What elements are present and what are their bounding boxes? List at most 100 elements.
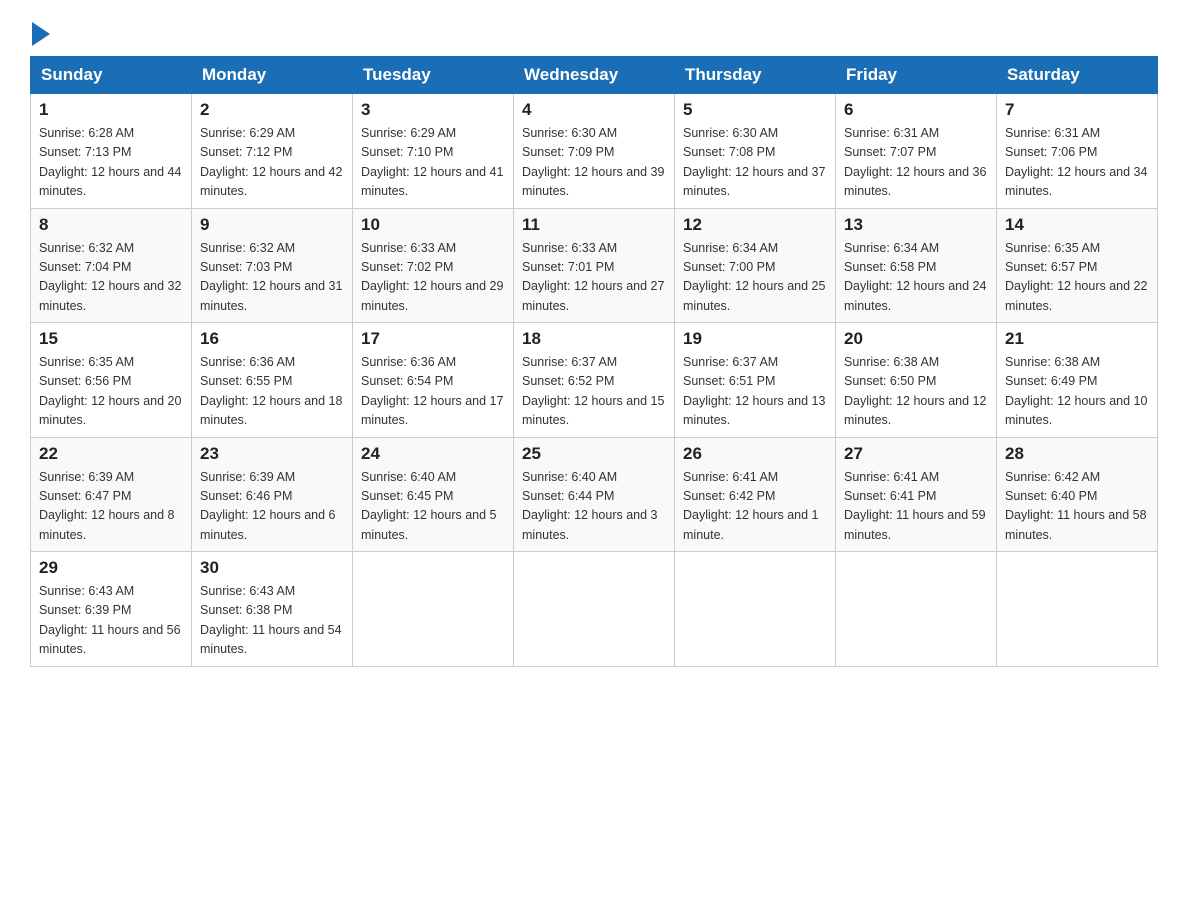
calendar-cell: 5 Sunrise: 6:30 AMSunset: 7:08 PMDayligh… bbox=[675, 94, 836, 209]
day-info: Sunrise: 6:36 AMSunset: 6:54 PMDaylight:… bbox=[361, 355, 503, 427]
day-info: Sunrise: 6:42 AMSunset: 6:40 PMDaylight:… bbox=[1005, 470, 1147, 542]
calendar-cell: 25 Sunrise: 6:40 AMSunset: 6:44 PMDaylig… bbox=[514, 437, 675, 552]
day-number: 20 bbox=[844, 329, 988, 349]
calendar-cell: 24 Sunrise: 6:40 AMSunset: 6:45 PMDaylig… bbox=[353, 437, 514, 552]
calendar-cell: 11 Sunrise: 6:33 AMSunset: 7:01 PMDaylig… bbox=[514, 208, 675, 323]
calendar-cell: 16 Sunrise: 6:36 AMSunset: 6:55 PMDaylig… bbox=[192, 323, 353, 438]
day-number: 4 bbox=[522, 100, 666, 120]
day-number: 8 bbox=[39, 215, 183, 235]
day-number: 29 bbox=[39, 558, 183, 578]
calendar-cell bbox=[836, 552, 997, 667]
day-info: Sunrise: 6:41 AMSunset: 6:41 PMDaylight:… bbox=[844, 470, 986, 542]
calendar-cell: 1 Sunrise: 6:28 AMSunset: 7:13 PMDayligh… bbox=[31, 94, 192, 209]
day-info: Sunrise: 6:39 AMSunset: 6:46 PMDaylight:… bbox=[200, 470, 336, 542]
day-info: Sunrise: 6:30 AMSunset: 7:08 PMDaylight:… bbox=[683, 126, 825, 198]
calendar-week-row: 8 Sunrise: 6:32 AMSunset: 7:04 PMDayligh… bbox=[31, 208, 1158, 323]
calendar-cell: 3 Sunrise: 6:29 AMSunset: 7:10 PMDayligh… bbox=[353, 94, 514, 209]
day-number: 30 bbox=[200, 558, 344, 578]
calendar-cell: 21 Sunrise: 6:38 AMSunset: 6:49 PMDaylig… bbox=[997, 323, 1158, 438]
calendar-cell: 30 Sunrise: 6:43 AMSunset: 6:38 PMDaylig… bbox=[192, 552, 353, 667]
calendar-cell: 26 Sunrise: 6:41 AMSunset: 6:42 PMDaylig… bbox=[675, 437, 836, 552]
day-info: Sunrise: 6:35 AMSunset: 6:56 PMDaylight:… bbox=[39, 355, 181, 427]
calendar-cell: 17 Sunrise: 6:36 AMSunset: 6:54 PMDaylig… bbox=[353, 323, 514, 438]
calendar-week-row: 15 Sunrise: 6:35 AMSunset: 6:56 PMDaylig… bbox=[31, 323, 1158, 438]
day-number: 2 bbox=[200, 100, 344, 120]
calendar-cell bbox=[514, 552, 675, 667]
day-info: Sunrise: 6:29 AMSunset: 7:12 PMDaylight:… bbox=[200, 126, 342, 198]
day-number: 24 bbox=[361, 444, 505, 464]
logo bbox=[30, 20, 50, 46]
day-header-monday: Monday bbox=[192, 57, 353, 94]
calendar-cell: 18 Sunrise: 6:37 AMSunset: 6:52 PMDaylig… bbox=[514, 323, 675, 438]
calendar-week-row: 1 Sunrise: 6:28 AMSunset: 7:13 PMDayligh… bbox=[31, 94, 1158, 209]
day-number: 18 bbox=[522, 329, 666, 349]
calendar-cell: 28 Sunrise: 6:42 AMSunset: 6:40 PMDaylig… bbox=[997, 437, 1158, 552]
calendar-header-row: SundayMondayTuesdayWednesdayThursdayFrid… bbox=[31, 57, 1158, 94]
day-info: Sunrise: 6:43 AMSunset: 6:38 PMDaylight:… bbox=[200, 584, 342, 656]
day-header-tuesday: Tuesday bbox=[353, 57, 514, 94]
day-header-thursday: Thursday bbox=[675, 57, 836, 94]
day-number: 25 bbox=[522, 444, 666, 464]
day-info: Sunrise: 6:41 AMSunset: 6:42 PMDaylight:… bbox=[683, 470, 819, 542]
day-number: 13 bbox=[844, 215, 988, 235]
logo-arrow-icon bbox=[32, 22, 50, 46]
day-info: Sunrise: 6:28 AMSunset: 7:13 PMDaylight:… bbox=[39, 126, 181, 198]
calendar-week-row: 29 Sunrise: 6:43 AMSunset: 6:39 PMDaylig… bbox=[31, 552, 1158, 667]
day-number: 15 bbox=[39, 329, 183, 349]
day-header-wednesday: Wednesday bbox=[514, 57, 675, 94]
calendar-cell bbox=[997, 552, 1158, 667]
day-info: Sunrise: 6:40 AMSunset: 6:44 PMDaylight:… bbox=[522, 470, 658, 542]
day-info: Sunrise: 6:39 AMSunset: 6:47 PMDaylight:… bbox=[39, 470, 175, 542]
day-number: 9 bbox=[200, 215, 344, 235]
calendar-cell: 22 Sunrise: 6:39 AMSunset: 6:47 PMDaylig… bbox=[31, 437, 192, 552]
calendar-cell: 2 Sunrise: 6:29 AMSunset: 7:12 PMDayligh… bbox=[192, 94, 353, 209]
day-info: Sunrise: 6:33 AMSunset: 7:02 PMDaylight:… bbox=[361, 241, 503, 313]
day-number: 22 bbox=[39, 444, 183, 464]
page-header bbox=[30, 20, 1158, 46]
day-header-friday: Friday bbox=[836, 57, 997, 94]
day-number: 23 bbox=[200, 444, 344, 464]
day-number: 28 bbox=[1005, 444, 1149, 464]
day-header-sunday: Sunday bbox=[31, 57, 192, 94]
day-info: Sunrise: 6:34 AMSunset: 6:58 PMDaylight:… bbox=[844, 241, 986, 313]
day-number: 3 bbox=[361, 100, 505, 120]
day-info: Sunrise: 6:32 AMSunset: 7:04 PMDaylight:… bbox=[39, 241, 181, 313]
day-info: Sunrise: 6:38 AMSunset: 6:50 PMDaylight:… bbox=[844, 355, 986, 427]
day-info: Sunrise: 6:29 AMSunset: 7:10 PMDaylight:… bbox=[361, 126, 503, 198]
day-info: Sunrise: 6:31 AMSunset: 7:06 PMDaylight:… bbox=[1005, 126, 1147, 198]
calendar-cell: 27 Sunrise: 6:41 AMSunset: 6:41 PMDaylig… bbox=[836, 437, 997, 552]
day-info: Sunrise: 6:32 AMSunset: 7:03 PMDaylight:… bbox=[200, 241, 342, 313]
day-info: Sunrise: 6:30 AMSunset: 7:09 PMDaylight:… bbox=[522, 126, 664, 198]
calendar-cell: 9 Sunrise: 6:32 AMSunset: 7:03 PMDayligh… bbox=[192, 208, 353, 323]
day-number: 16 bbox=[200, 329, 344, 349]
day-number: 19 bbox=[683, 329, 827, 349]
day-number: 1 bbox=[39, 100, 183, 120]
calendar-table: SundayMondayTuesdayWednesdayThursdayFrid… bbox=[30, 56, 1158, 667]
calendar-cell: 23 Sunrise: 6:39 AMSunset: 6:46 PMDaylig… bbox=[192, 437, 353, 552]
day-number: 27 bbox=[844, 444, 988, 464]
calendar-cell: 10 Sunrise: 6:33 AMSunset: 7:02 PMDaylig… bbox=[353, 208, 514, 323]
day-number: 7 bbox=[1005, 100, 1149, 120]
day-number: 10 bbox=[361, 215, 505, 235]
day-info: Sunrise: 6:38 AMSunset: 6:49 PMDaylight:… bbox=[1005, 355, 1147, 427]
calendar-cell: 6 Sunrise: 6:31 AMSunset: 7:07 PMDayligh… bbox=[836, 94, 997, 209]
day-number: 12 bbox=[683, 215, 827, 235]
calendar-week-row: 22 Sunrise: 6:39 AMSunset: 6:47 PMDaylig… bbox=[31, 437, 1158, 552]
calendar-cell: 13 Sunrise: 6:34 AMSunset: 6:58 PMDaylig… bbox=[836, 208, 997, 323]
day-info: Sunrise: 6:33 AMSunset: 7:01 PMDaylight:… bbox=[522, 241, 664, 313]
day-info: Sunrise: 6:37 AMSunset: 6:51 PMDaylight:… bbox=[683, 355, 825, 427]
day-info: Sunrise: 6:37 AMSunset: 6:52 PMDaylight:… bbox=[522, 355, 664, 427]
calendar-cell bbox=[353, 552, 514, 667]
day-number: 14 bbox=[1005, 215, 1149, 235]
calendar-cell: 20 Sunrise: 6:38 AMSunset: 6:50 PMDaylig… bbox=[836, 323, 997, 438]
day-info: Sunrise: 6:43 AMSunset: 6:39 PMDaylight:… bbox=[39, 584, 181, 656]
calendar-cell: 14 Sunrise: 6:35 AMSunset: 6:57 PMDaylig… bbox=[997, 208, 1158, 323]
day-info: Sunrise: 6:35 AMSunset: 6:57 PMDaylight:… bbox=[1005, 241, 1147, 313]
calendar-cell bbox=[675, 552, 836, 667]
day-info: Sunrise: 6:40 AMSunset: 6:45 PMDaylight:… bbox=[361, 470, 497, 542]
calendar-cell: 19 Sunrise: 6:37 AMSunset: 6:51 PMDaylig… bbox=[675, 323, 836, 438]
day-number: 26 bbox=[683, 444, 827, 464]
calendar-cell: 15 Sunrise: 6:35 AMSunset: 6:56 PMDaylig… bbox=[31, 323, 192, 438]
day-number: 21 bbox=[1005, 329, 1149, 349]
day-info: Sunrise: 6:36 AMSunset: 6:55 PMDaylight:… bbox=[200, 355, 342, 427]
